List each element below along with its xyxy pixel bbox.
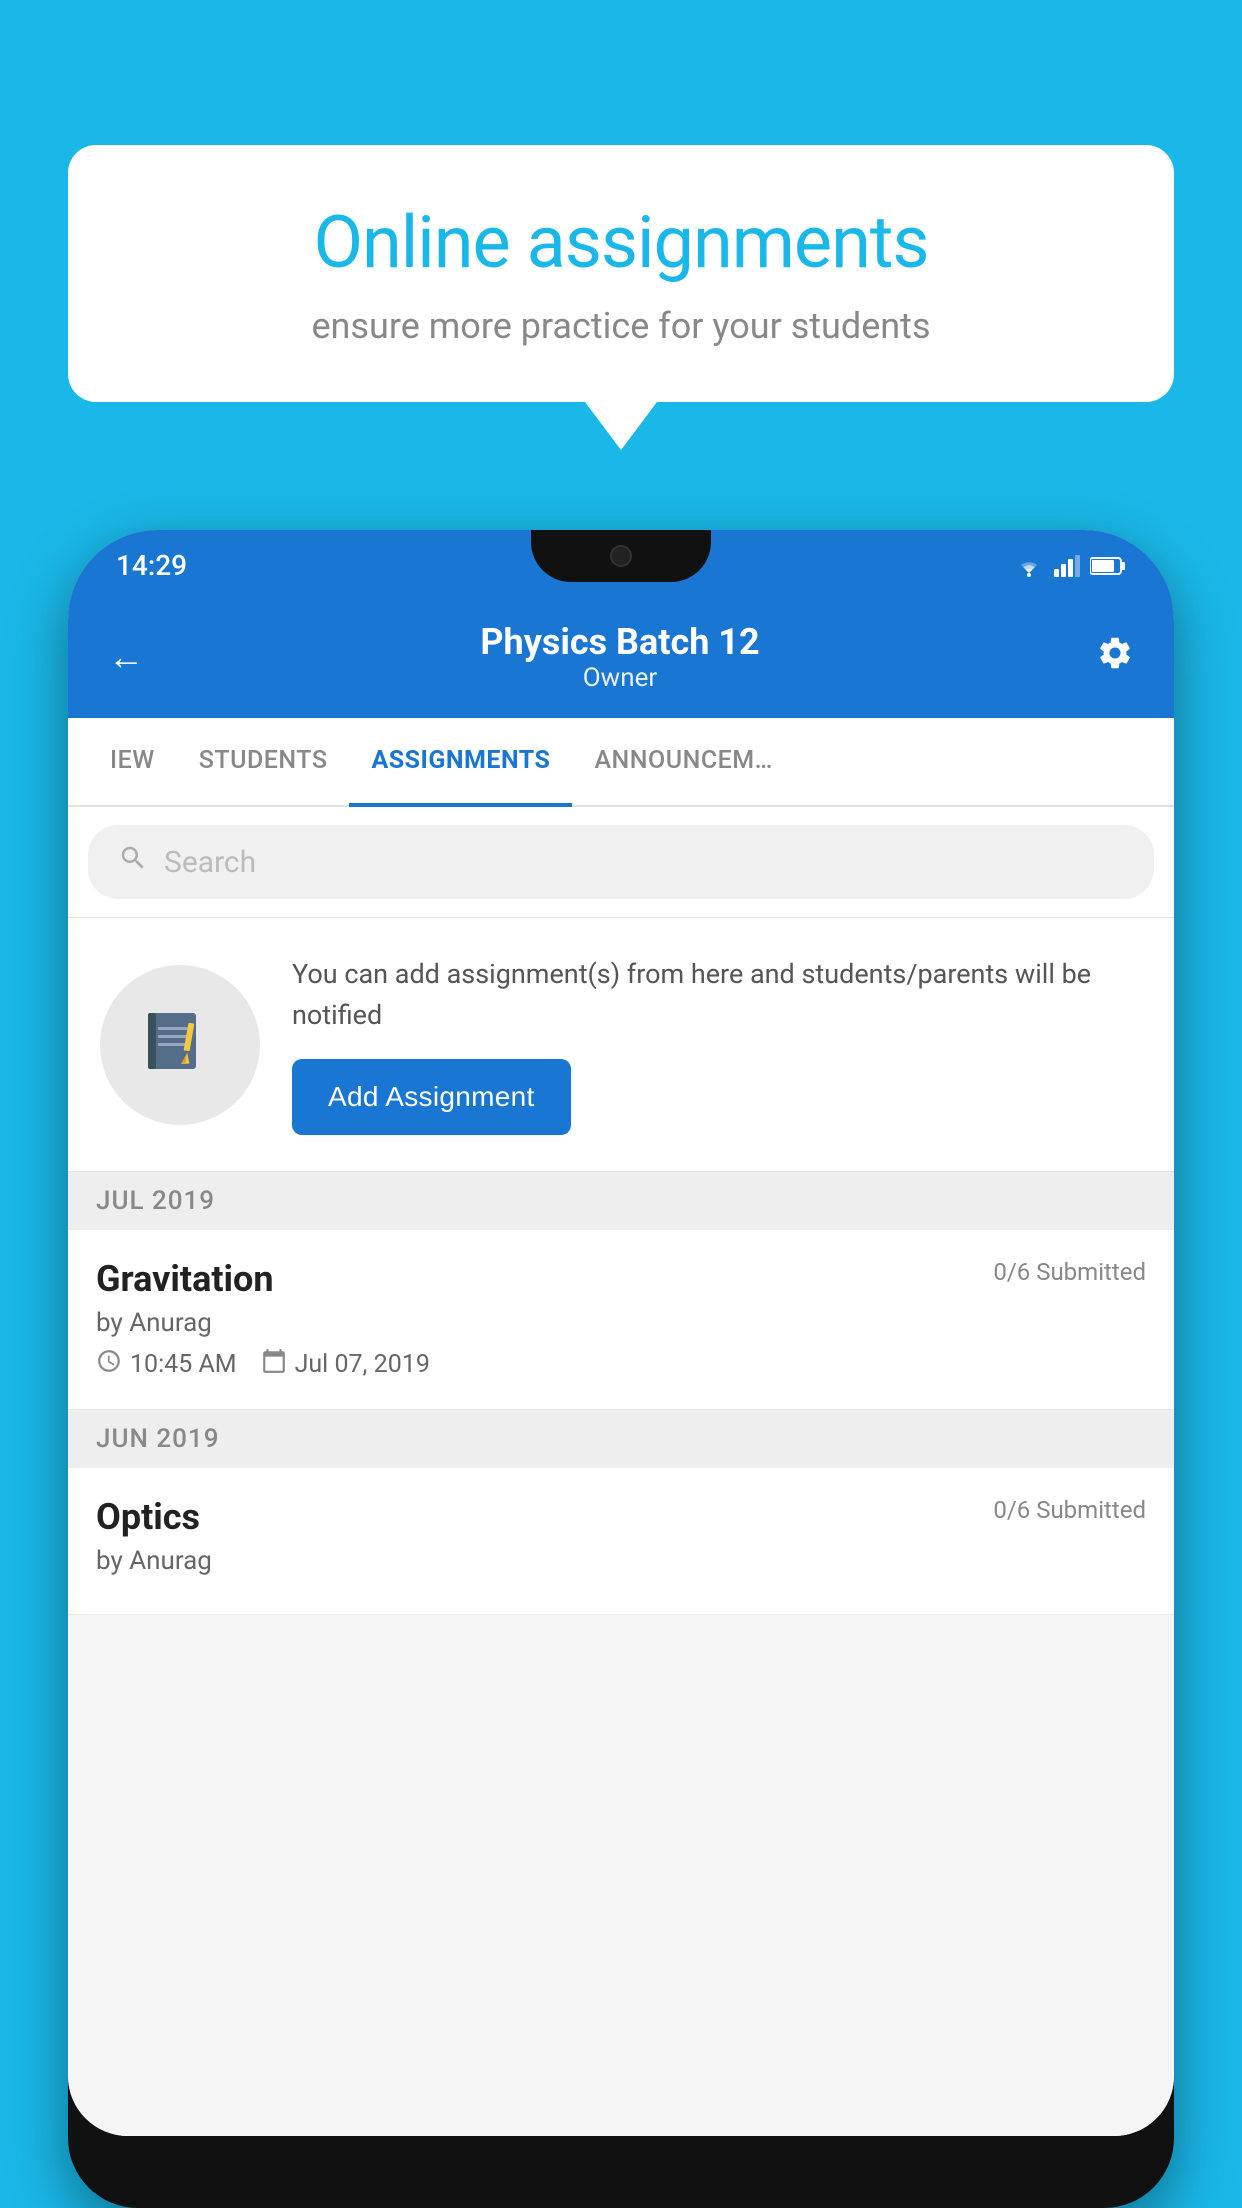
search-magnifier-icon	[118, 843, 148, 873]
meta-date-text: Jul 07, 2019	[295, 1350, 430, 1379]
calendar-icon	[261, 1348, 287, 1381]
speech-bubble-wrapper: Online assignments ensure more practice …	[68, 145, 1174, 450]
assignment-submitted-optics: 0/6 Submitted	[993, 1496, 1146, 1524]
assignment-meta: 10:45 AM Jul 07, 2019	[96, 1348, 1146, 1381]
gear-icon	[1096, 634, 1134, 672]
screen-content: Search	[68, 807, 1174, 2136]
search-placeholder: Search	[164, 845, 256, 880]
tab-iew[interactable]: IEW	[88, 718, 177, 807]
meta-date: Jul 07, 2019	[261, 1348, 430, 1381]
add-assignment-button[interactable]: Add Assignment	[292, 1059, 571, 1135]
section-jun-2019: JUN 2019	[68, 1410, 1174, 1468]
table-row[interactable]: Optics 0/6 Submitted by Anurag	[68, 1468, 1174, 1615]
table-row[interactable]: Gravitation 0/6 Submitted by Anurag 10:4…	[68, 1230, 1174, 1410]
header-title: Physics Batch 12	[480, 621, 759, 663]
wifi-icon	[1014, 555, 1044, 577]
info-icon-circle	[100, 965, 260, 1125]
meta-time-text: 10:45 AM	[130, 1350, 237, 1379]
assignment-name-optics: Optics	[96, 1496, 200, 1538]
clock-icon	[96, 1348, 122, 1381]
tabs-container: IEW STUDENTS ASSIGNMENTS ANNOUNCEM…	[68, 718, 1174, 807]
assignment-name: Gravitation	[96, 1258, 274, 1300]
speech-bubble-subtitle: ensure more practice for your students	[128, 305, 1114, 347]
info-text: You can add assignment(s) from here and …	[292, 954, 1142, 1035]
phone-notch	[531, 530, 711, 582]
status-icons	[1014, 555, 1126, 577]
notebook-icon	[140, 1005, 220, 1085]
speech-bubble: Online assignments ensure more practice …	[68, 145, 1174, 402]
assignment-submitted: 0/6 Submitted	[993, 1258, 1146, 1286]
tab-announcements[interactable]: ANNOUNCEM…	[572, 718, 794, 807]
assignment-by: by Anurag	[96, 1308, 1146, 1338]
meta-time: 10:45 AM	[96, 1348, 237, 1381]
info-card: You can add assignment(s) from here and …	[68, 918, 1174, 1172]
info-right: You can add assignment(s) from here and …	[292, 954, 1142, 1135]
speech-bubble-title: Online assignments	[128, 200, 1114, 285]
tab-students[interactable]: STUDENTS	[177, 718, 350, 807]
assignment-top-row: Gravitation 0/6 Submitted	[96, 1258, 1146, 1300]
assignment-top-row-optics: Optics 0/6 Submitted	[96, 1496, 1146, 1538]
search-bar-wrapper: Search	[68, 807, 1174, 918]
battery-icon	[1090, 556, 1126, 576]
assignment-by-optics: by Anurag	[96, 1546, 1146, 1576]
signal-icon	[1054, 555, 1080, 577]
section-jul-2019: JUL 2019	[68, 1172, 1174, 1230]
app-header: ← Physics Batch 12 Owner	[68, 601, 1174, 718]
header-subtitle: Owner	[480, 663, 759, 693]
tab-assignments[interactable]: ASSIGNMENTS	[349, 718, 572, 807]
phone-frame: 14:29	[68, 530, 1174, 2208]
status-bar: 14:29	[68, 530, 1174, 601]
search-icon	[118, 843, 148, 881]
phone-inner: 14:29	[68, 530, 1174, 2136]
settings-button[interactable]	[1096, 634, 1134, 681]
speech-bubble-tail	[585, 402, 657, 450]
back-button[interactable]: ←	[108, 636, 144, 678]
status-time: 14:29	[116, 549, 187, 582]
header-center: Physics Batch 12 Owner	[480, 621, 759, 693]
search-bar[interactable]: Search	[88, 825, 1154, 899]
phone-camera	[610, 545, 632, 567]
